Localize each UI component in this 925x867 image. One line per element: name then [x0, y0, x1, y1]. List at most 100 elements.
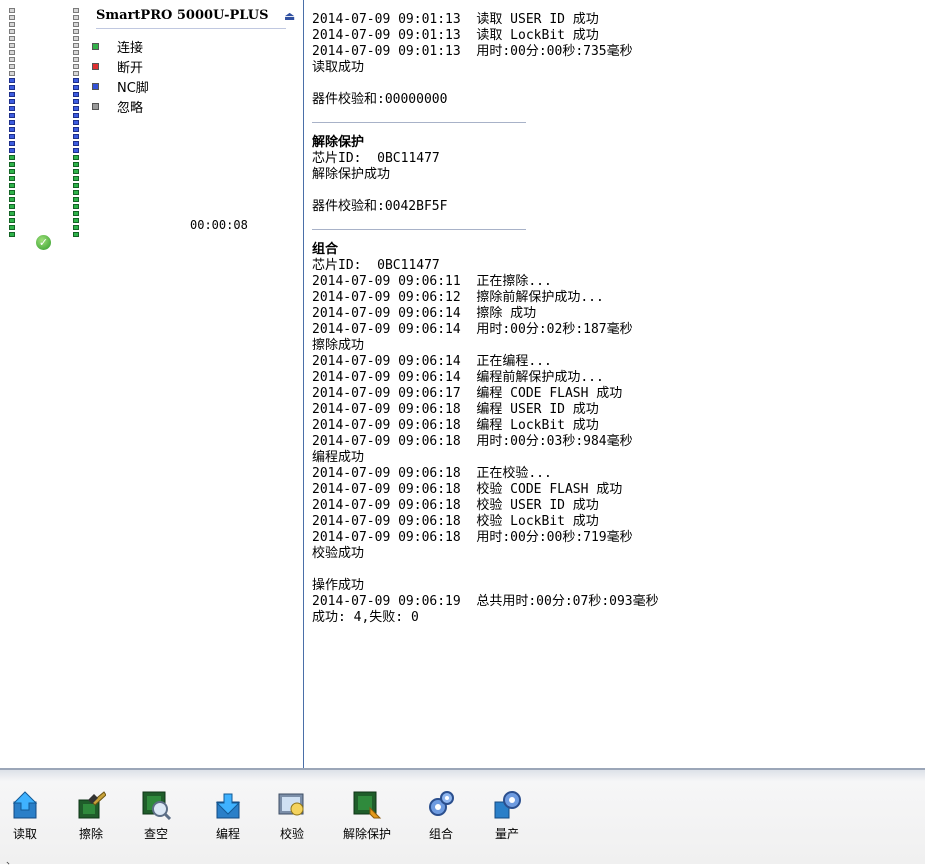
- pin-indicator: [73, 50, 79, 55]
- log-line: 2014-07-09 09:06:14 擦除 成功: [312, 306, 537, 321]
- pin-indicator: [9, 71, 15, 76]
- read-button[interactable]: 读取: [0, 790, 50, 842]
- log-line: 2014-07-09 09:06:18 编程 LockBit 成功: [312, 418, 599, 433]
- pin-indicator: [73, 190, 79, 195]
- log-line: 校验成功: [312, 546, 365, 561]
- pin-indicator: [73, 36, 79, 41]
- pin-column-left: [9, 8, 15, 239]
- pin-indicator: [9, 141, 15, 146]
- read-label: 读取: [12, 827, 37, 841]
- pin-indicator: [73, 204, 79, 209]
- pin-indicator: [73, 113, 79, 118]
- unprotect-button[interactable]: 解除保护: [337, 790, 397, 842]
- pin-indicator: [9, 106, 15, 111]
- pin-indicator: [9, 8, 15, 13]
- device-title: SmartPRO 5000U-PLUS: [96, 8, 269, 23]
- mass-production-button[interactable]: 量产: [482, 790, 532, 842]
- read-icon: [12, 791, 38, 819]
- legend-label: 忽略: [117, 100, 144, 116]
- log-line: 2014-07-09 09:06:18 校验 LockBit 成功: [312, 514, 599, 529]
- program-icon: [215, 793, 241, 819]
- pin-column-right: [73, 8, 79, 239]
- log-line: 芯片ID: 0BC11477: [312, 151, 440, 166]
- pin-indicator: [9, 57, 15, 62]
- pin-indicator: [73, 120, 79, 125]
- log-line: 2014-07-09 09:06:14 编程前解保护成功...: [312, 370, 604, 385]
- pin-indicator: [73, 162, 79, 167]
- combo-button[interactable]: 组合: [416, 790, 466, 842]
- log-line: 解除保护成功: [312, 167, 391, 182]
- pin-indicator: [9, 50, 15, 55]
- log-line: 读取成功: [312, 60, 365, 75]
- program-button[interactable]: 编程: [203, 790, 253, 842]
- legend-label: NC脚: [117, 80, 149, 96]
- blue-swatch-icon: [92, 82, 99, 90]
- pin-indicator: [9, 113, 15, 118]
- gray-swatch-icon: [92, 102, 99, 110]
- pin-indicator: [9, 120, 15, 125]
- combo-label: 组合: [428, 827, 453, 841]
- elapsed-timer: 00:00:08: [190, 218, 248, 232]
- log-line: 2014-07-09 09:01:13 读取 LockBit 成功: [312, 28, 599, 43]
- pin-indicator: [9, 127, 15, 132]
- pin-indicator: [73, 127, 79, 132]
- pin-indicator: [9, 183, 15, 188]
- bottom-toolbar: 读取 擦除 查空 编程 校验 解除保护 组合 量产: [0, 768, 925, 864]
- log-line: 2014-07-09 09:06:18 用时:00分:03秒:984毫秒: [312, 434, 633, 449]
- pin-indicator: [9, 197, 15, 202]
- pin-indicator: [73, 232, 79, 237]
- log-line: 2014-07-09 09:06:18 校验 CODE FLASH 成功: [312, 482, 623, 497]
- pin-indicator: [73, 85, 79, 90]
- verify-button[interactable]: 校验: [267, 790, 317, 842]
- log-line: 操作成功: [312, 578, 365, 593]
- pin-indicator: [9, 218, 15, 223]
- log-line: 2014-07-09 09:06:18 正在校验...: [312, 466, 552, 481]
- pin-indicator: [73, 64, 79, 69]
- pin-indicator: [73, 134, 79, 139]
- pin-indicator: [9, 204, 15, 209]
- pin-indicator: [73, 99, 79, 104]
- log-line: 2014-07-09 09:01:13 用时:00分:00秒:735毫秒: [312, 44, 633, 59]
- pin-indicator: [73, 71, 79, 76]
- status-bar-text: 、: [6, 856, 16, 867]
- log-heading: 解除保护: [312, 135, 365, 150]
- pin-indicator: [73, 57, 79, 62]
- blank-check-label: 查空: [143, 827, 168, 841]
- pin-indicator: [73, 141, 79, 146]
- log-section-unprotect: 解除保护 芯片ID: 0BC11477 解除保护成功 器件校验和:0042BF5F: [312, 135, 912, 215]
- mass-production-icon: [494, 791, 521, 819]
- unprotect-label: 解除保护: [342, 827, 391, 841]
- verify-label: 校验: [279, 827, 304, 841]
- log-line: 2014-07-09 09:06:14 用时:00分:02秒:187毫秒: [312, 322, 633, 337]
- pin-indicator: [9, 155, 15, 160]
- operation-log: 2014-07-09 09:01:13 读取 USER ID 成功 2014-07…: [312, 12, 912, 626]
- usb-icon[interactable]: ⏏: [284, 9, 300, 25]
- log-section-combo: 组合 芯片ID: 0BC11477 2014-07-09 09:06:11 正在擦…: [312, 242, 912, 626]
- log-line: 2014-07-09 09:06:18 校验 USER ID 成功: [312, 498, 599, 513]
- pin-indicator: [9, 64, 15, 69]
- pin-indicator: [73, 92, 79, 97]
- verify-icon: [278, 793, 304, 816]
- blank-check-icon: [142, 791, 172, 821]
- red-swatch-icon: [92, 62, 99, 70]
- success-check-icon: ✓: [36, 235, 51, 250]
- pin-indicator: [73, 29, 79, 34]
- legend-label: 连接: [117, 40, 144, 56]
- pin-indicator: [73, 183, 79, 188]
- legend-connect: 连接: [92, 36, 149, 56]
- pin-indicator: [9, 85, 15, 90]
- log-line: 编程成功: [312, 450, 365, 465]
- pin-indicator: [73, 78, 79, 83]
- legend-ignore: 忽略: [92, 96, 149, 116]
- log-line: 2014-07-09 09:01:13 读取 USER ID 成功: [312, 12, 599, 27]
- pin-indicator: [9, 134, 15, 139]
- erase-icon: [78, 791, 107, 819]
- blank-check-button[interactable]: 查空: [131, 790, 181, 842]
- pin-indicator: [9, 92, 15, 97]
- pane-splitter[interactable]: [303, 0, 304, 768]
- pin-indicator: [73, 22, 79, 27]
- erase-button[interactable]: 擦除: [66, 790, 116, 842]
